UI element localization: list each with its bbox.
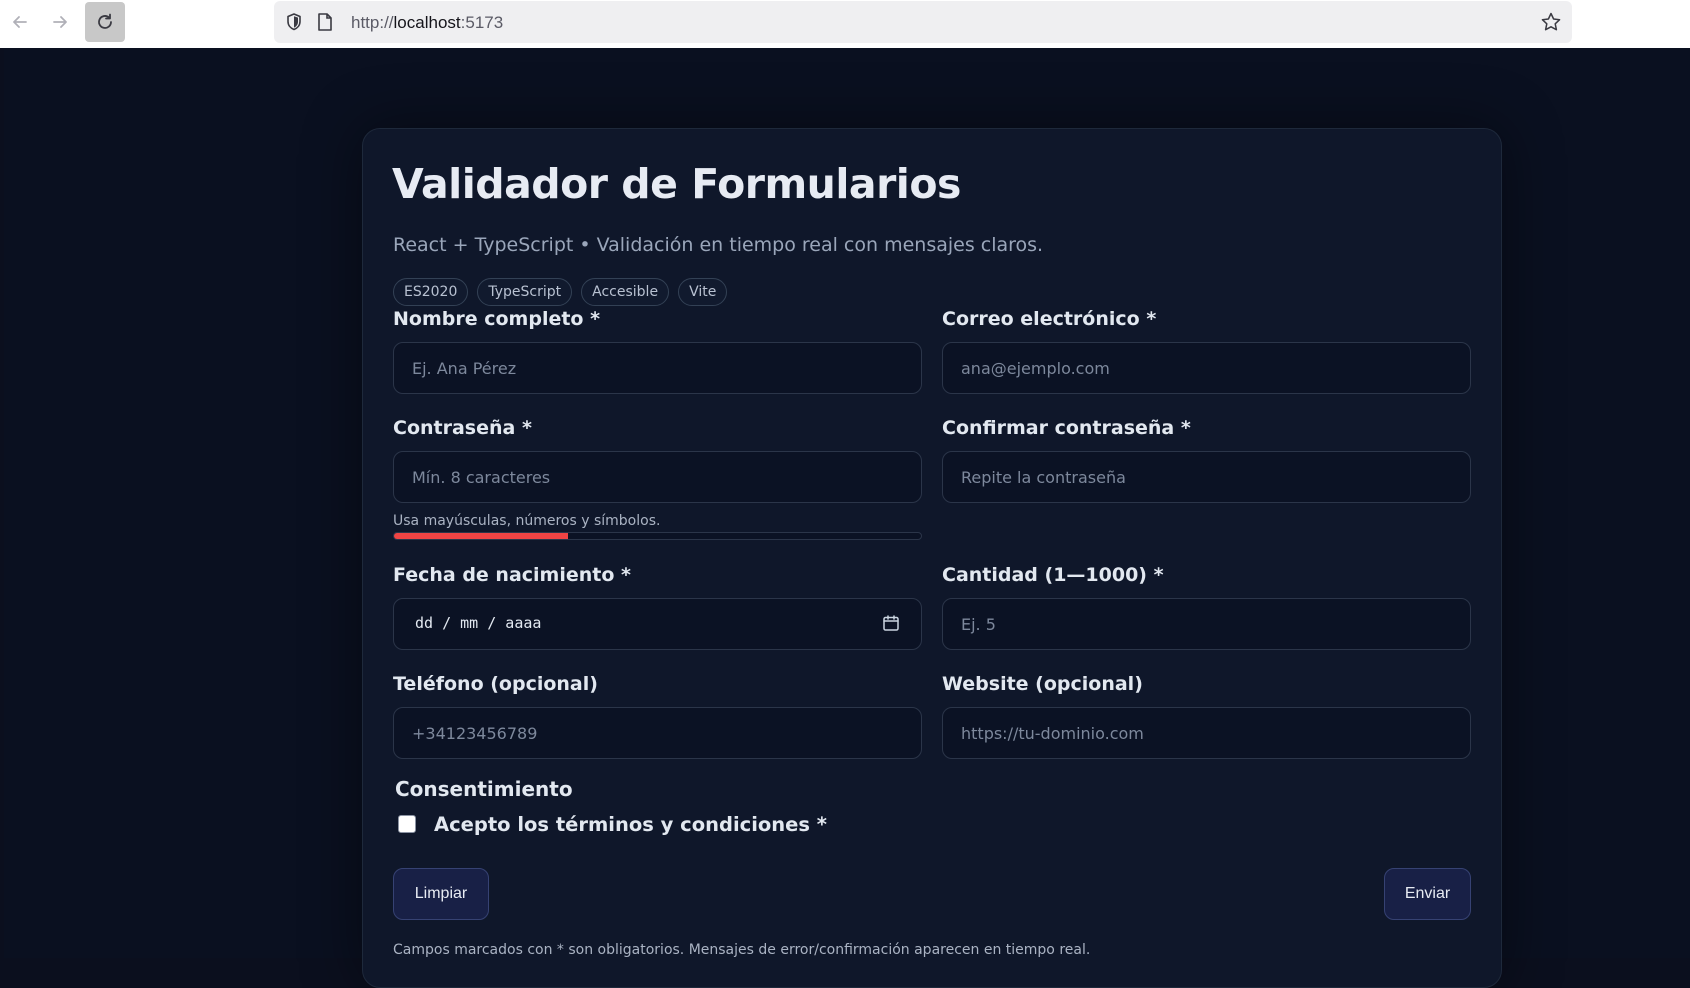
url-text[interactable]: http://localhost:5173 <box>351 13 503 33</box>
tag-es2020: ES2020 <box>393 278 469 306</box>
name-label: Nombre completo * <box>393 308 601 330</box>
email-label: Correo electrónico * <box>942 308 1157 330</box>
terms-checkbox[interactable] <box>398 815 416 833</box>
password-hint: Usa mayúsculas, números y símbolos. <box>393 513 661 529</box>
page-icon[interactable] <box>316 12 334 32</box>
tag-accesible: Accesible <box>581 278 670 306</box>
url-host: localhost <box>393 13 461 32</box>
url-prefix: http:// <box>351 13 394 32</box>
tag-typescript: TypeScript <box>477 278 573 306</box>
terms-label[interactable]: Acepto los términos y condiciones * <box>434 813 827 836</box>
form-card <box>362 128 1502 988</box>
confirm-password-label: Confirmar contraseña * <box>942 417 1191 439</box>
forward-button[interactable] <box>40 2 80 42</box>
password-strength-meter <box>393 532 922 540</box>
website-label: Website (opcional) <box>942 673 1143 695</box>
reload-button[interactable] <box>85 2 125 42</box>
website-input[interactable] <box>942 707 1471 759</box>
calendar-icon[interactable] <box>881 613 901 633</box>
submit-button[interactable]: Enviar <box>1384 868 1471 920</box>
reload-icon <box>98 13 112 29</box>
clear-button[interactable]: Limpiar <box>393 868 489 920</box>
email-input[interactable] <box>942 342 1471 394</box>
password-label: Contraseña * <box>393 417 532 439</box>
birthdate-placeholder: dd / mm / aaaa <box>415 614 542 632</box>
page-title: Validador de Formularios <box>392 160 961 208</box>
bookmark-star-icon[interactable] <box>1540 11 1562 33</box>
browser-toolbar: http://localhost:5173 <box>0 0 1690 48</box>
page-subtitle: React + TypeScript • Validación en tiemp… <box>393 234 1044 256</box>
password-input[interactable] <box>393 451 922 503</box>
tag-vite: Vite <box>678 278 728 306</box>
consent-heading: Consentimiento <box>395 777 573 801</box>
birthdate-label: Fecha de nacimiento * <box>393 564 631 586</box>
confirm-password-input[interactable] <box>942 451 1471 503</box>
password-strength-fill <box>394 533 568 539</box>
phone-label: Teléfono (opcional) <box>393 673 598 695</box>
shield-icon[interactable] <box>284 12 304 32</box>
quantity-label: Cantidad (1—1000) * <box>942 564 1164 586</box>
arrow-right-icon <box>53 16 67 28</box>
name-input[interactable] <box>393 342 922 394</box>
form-footnote: Campos marcados con * son obligatorios. … <box>393 942 1091 958</box>
arrow-left-icon <box>13 16 27 28</box>
tag-list: ES2020 TypeScript Accesible Vite <box>393 278 728 306</box>
back-button[interactable] <box>0 2 40 42</box>
address-bar[interactable]: http://localhost:5173 <box>274 1 1572 43</box>
quantity-input[interactable] <box>942 598 1471 650</box>
phone-input[interactable] <box>393 707 922 759</box>
url-port: :5173 <box>460 13 504 32</box>
